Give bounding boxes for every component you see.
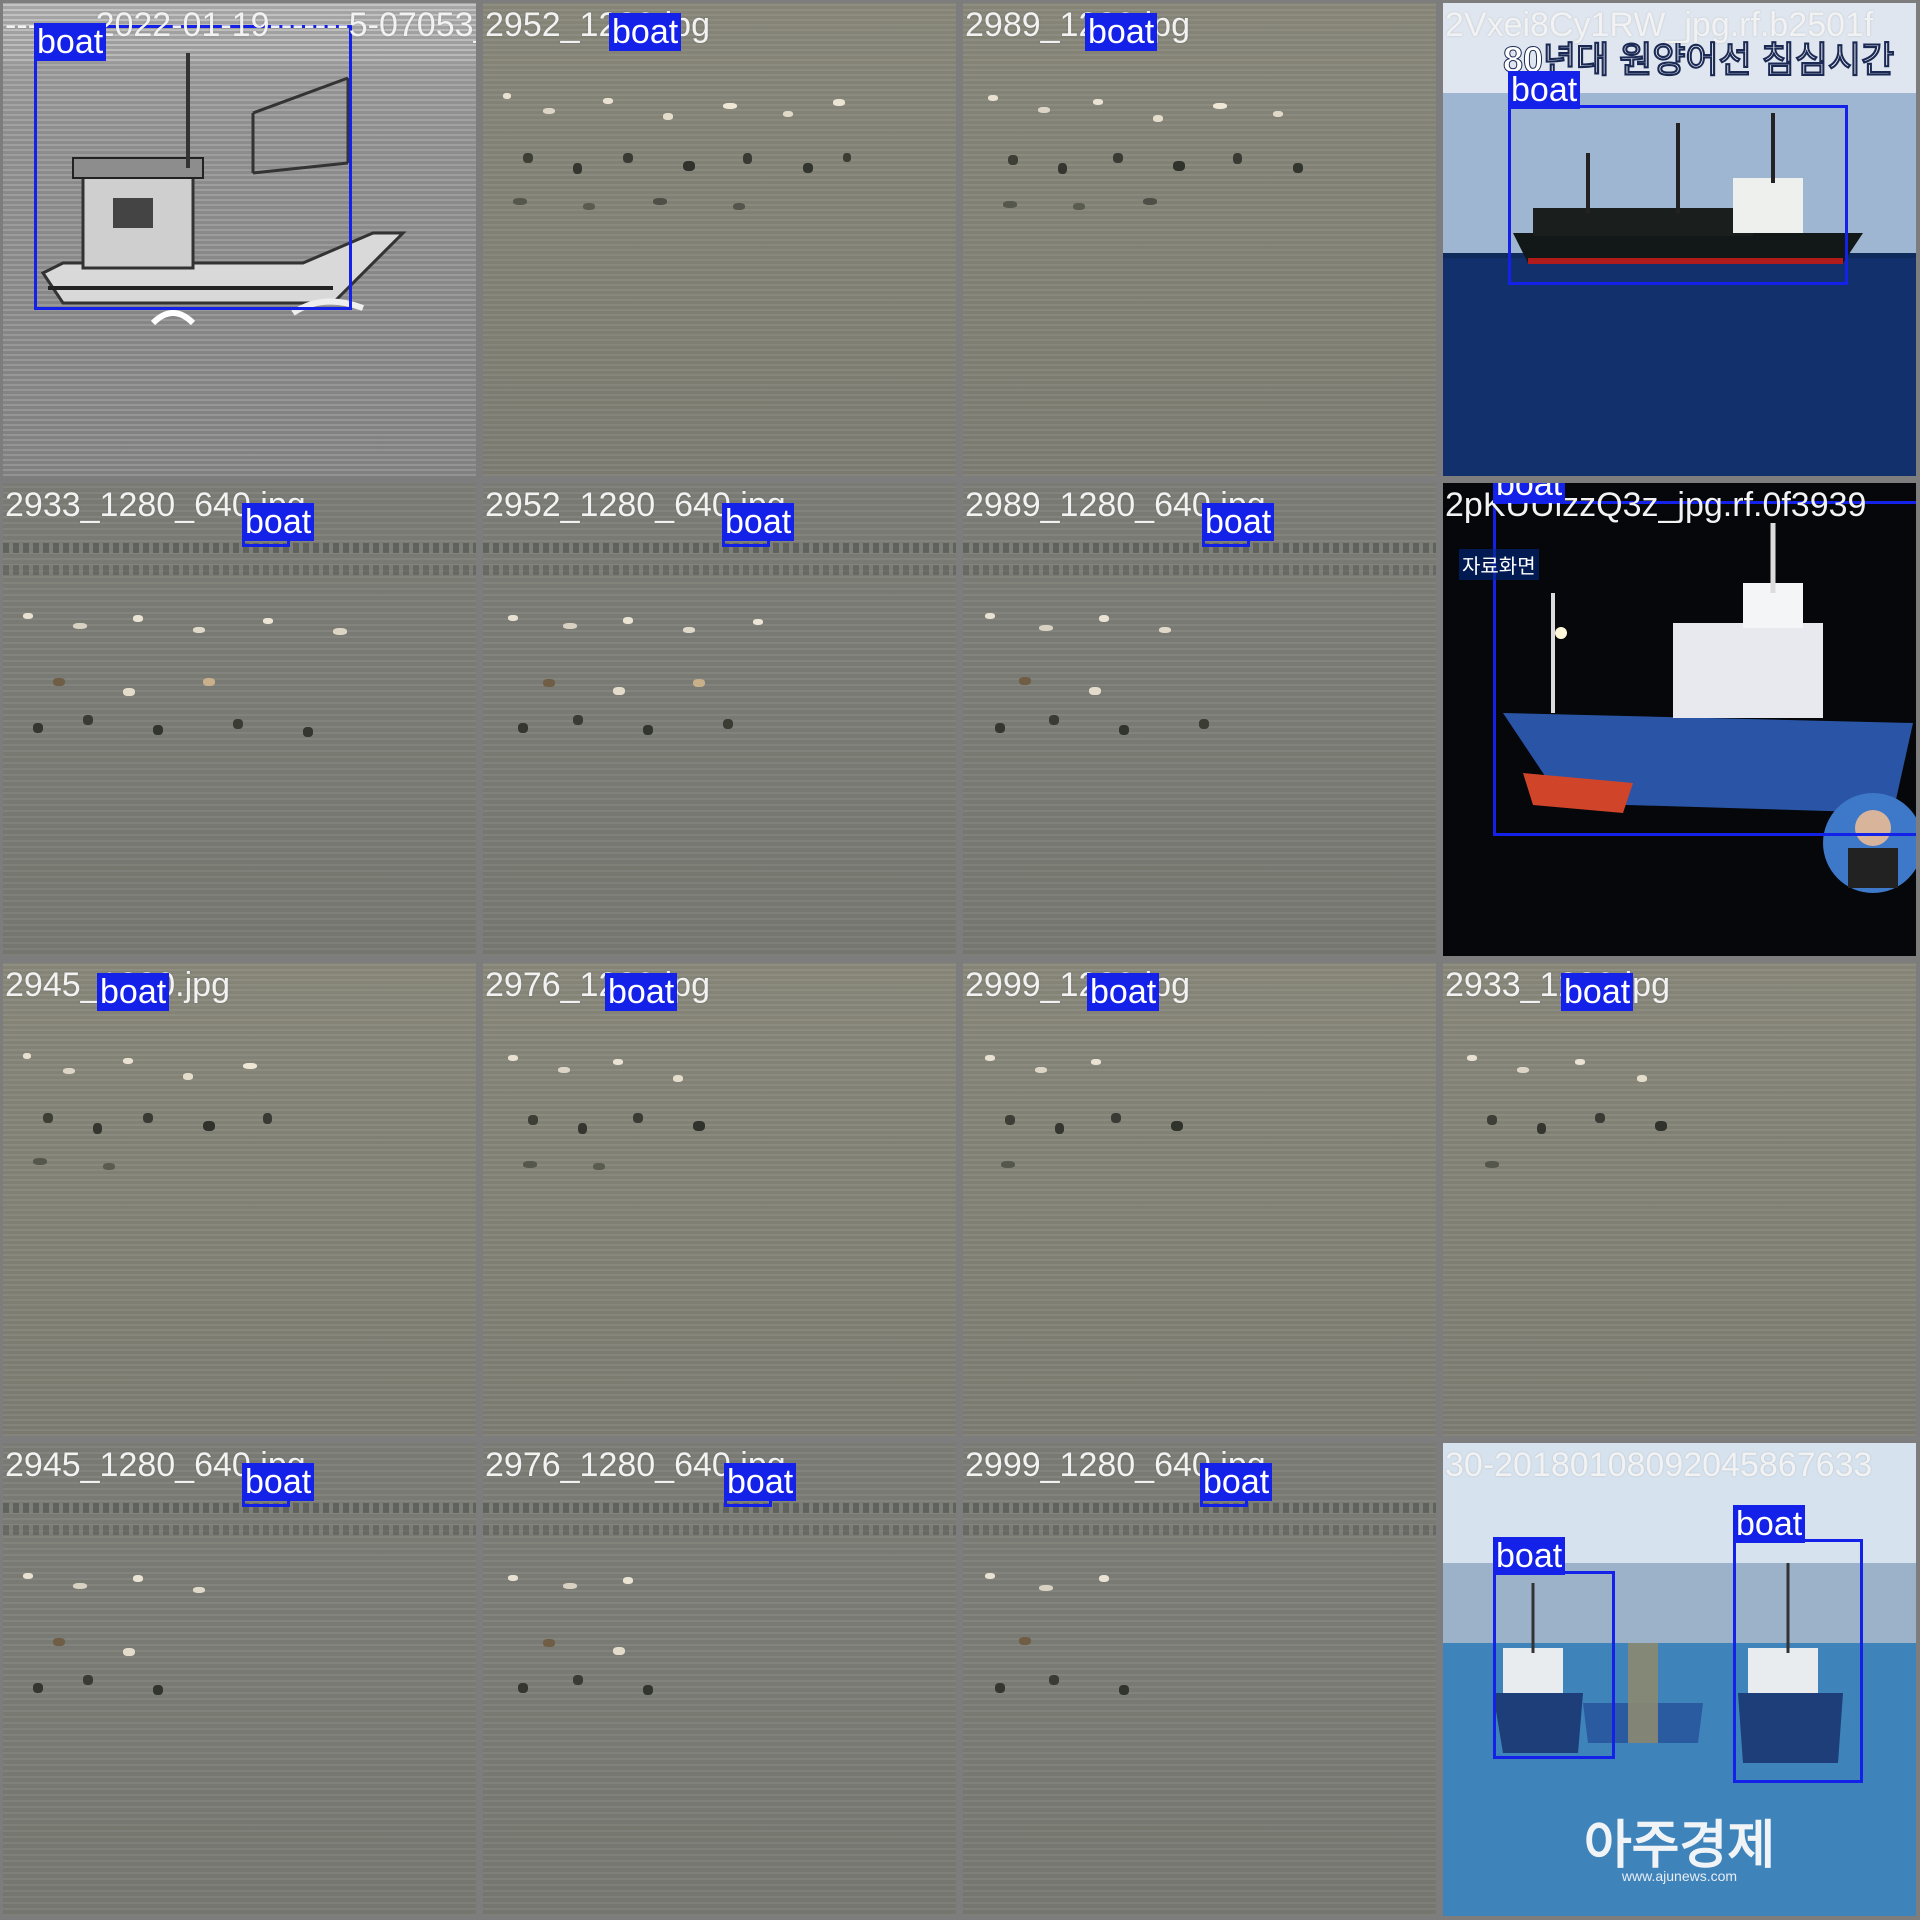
boat-bounding-box [1508, 105, 1848, 285]
boat-class-label: boat [242, 1463, 315, 1501]
boat-bounding-box [1493, 501, 1916, 836]
boat-class-label: boat [1200, 1463, 1273, 1501]
image-tile[interactable]: 2945_1280.jpg boat [0, 960, 480, 1440]
image-tile[interactable]: 2989_1280.jpg boat [960, 0, 1440, 480]
watermark-logo: 아주경제 [1583, 1817, 1776, 1875]
watermark-url: www.ajunews.com [1621, 1868, 1738, 1884]
tile-filename: 30-20180108092045867633 [1445, 1446, 1873, 1484]
tile-filename: 2933_1280.jpg [1445, 966, 1671, 1004]
boat-class-label: boat [609, 13, 682, 51]
image-tile[interactable]: 2989_1280_640.jpg boat [960, 480, 1440, 960]
image-tile[interactable]: 2999_1280.jpg boat [960, 960, 1440, 1440]
boat-class-label: boat [724, 1463, 797, 1501]
boat-class-label: boat [1087, 973, 1160, 1011]
image-tile[interactable]: 자료화면 2pKUUizzQ3z_jpg.rf.0f3939 boat [1440, 480, 1920, 960]
image-tile[interactable]: 2999_1280_640.jpg boat [960, 1440, 1440, 1920]
image-tile[interactable]: 80년대 원양어선 침심시간 2Vxei8Cy1RW_jpg.rf.b2501f… [1440, 0, 1920, 480]
video-caption: 자료화면 [1459, 549, 1539, 580]
tile-filename: 2Vxei8Cy1RW_jpg.rf.b2501f [1445, 6, 1874, 44]
boat-class-label: boat [1508, 71, 1581, 109]
image-tile[interactable]: 2976_1280_640.jpg boat [480, 1440, 960, 1920]
boat-bounding-box [1493, 1571, 1615, 1759]
image-tile[interactable]: 2952_1280.jpg boat [480, 0, 960, 480]
boat-class-label: boat [242, 503, 315, 541]
boat-bounding-box [1733, 1539, 1863, 1783]
boat-class-label: boat [97, 973, 170, 1011]
boat-class-label: boat [1493, 1537, 1566, 1575]
image-tile[interactable]: 2952_1280_640.jpg boat [480, 480, 960, 960]
image-tile[interactable]: 2933_1280_640.jpg boat [0, 480, 480, 960]
boat-class-label: boat [1733, 1505, 1806, 1543]
boat-class-label: boat [605, 973, 678, 1011]
boat-class-label: boat [1493, 483, 1566, 503]
boat-class-label: boat [34, 23, 107, 61]
boat-class-label: boat [1561, 973, 1634, 1011]
image-tile[interactable]: 2945_1280_640.jpg boat [0, 1440, 480, 1920]
boat-bounding-box [34, 25, 352, 310]
image-tile[interactable]: --------2022-01-19-------5-07053_p boat [0, 0, 480, 480]
image-tile[interactable]: 2933_1280.jpg boat [1440, 960, 1920, 1440]
boat-class-label: boat [722, 503, 795, 541]
image-tile[interactable]: 아주경제 www.ajunews.com 30-2018010809204586… [1440, 1440, 1920, 1920]
detection-mosaic: --------2022-01-19-------5-07053_p boat … [0, 0, 1920, 1920]
boat-class-label: boat [1085, 13, 1158, 51]
image-tile[interactable]: 2976_1280.jpg boat [480, 960, 960, 1440]
boat-class-label: boat [1202, 503, 1275, 541]
